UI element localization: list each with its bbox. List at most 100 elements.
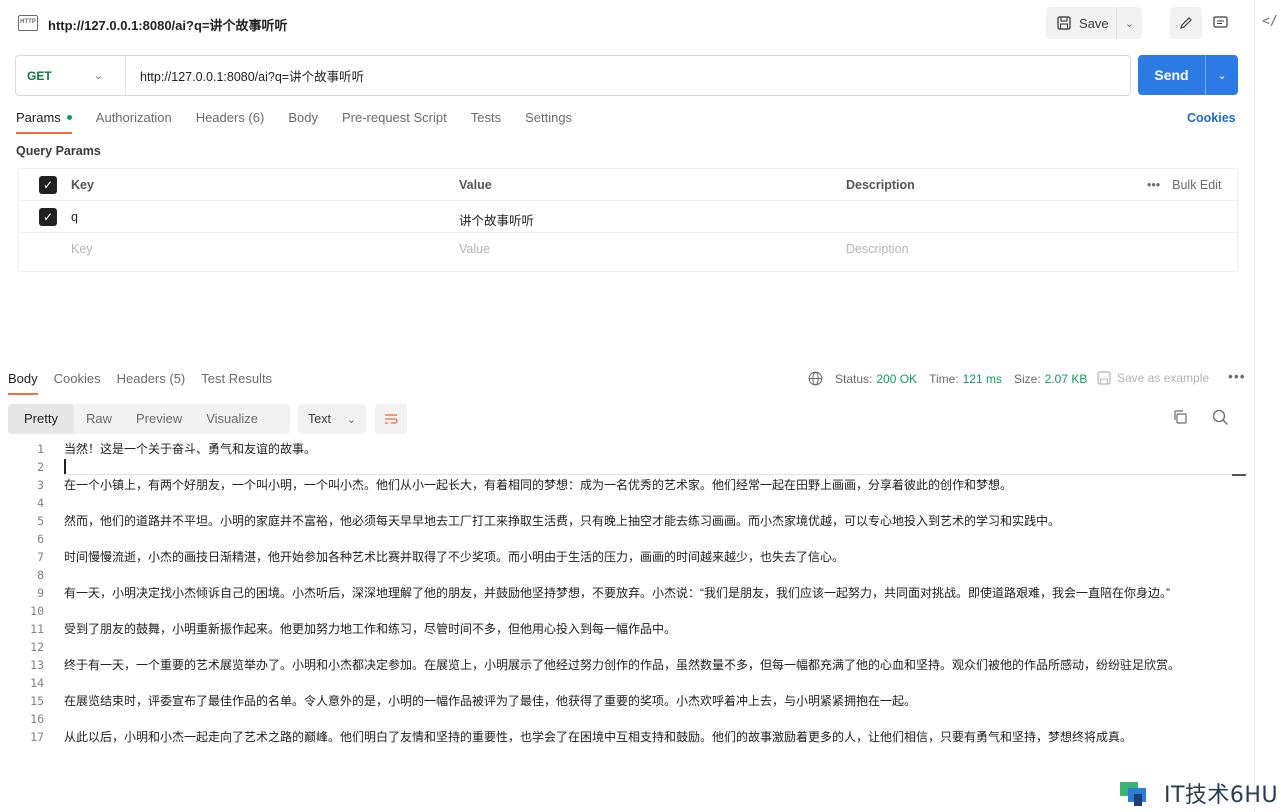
pencil-icon <box>1180 17 1192 29</box>
save-label: Save <box>1079 15 1109 31</box>
code-line: 5 然而，他们的道路并不平坦。小明的家庭并不富裕，他必须每天早早地去工厂打工来挣取… <box>0 512 1246 530</box>
globe-icon[interactable] <box>808 371 823 386</box>
wrap-lines-icon <box>385 414 398 424</box>
column-header-description: Description <box>846 178 915 192</box>
line-number: 1 <box>37 442 44 456</box>
new-description-field[interactable]: Description <box>846 242 909 256</box>
param-value-field[interactable]: 讲个故事听听 <box>459 210 534 229</box>
tab-headers[interactable]: Headers (6) <box>196 110 265 134</box>
tab-body[interactable]: Body <box>288 110 318 134</box>
save-icon <box>1097 371 1111 385</box>
comments-button[interactable] <box>1204 7 1236 39</box>
tab-tests[interactable]: Tests <box>471 110 501 134</box>
code-line: 10 <box>0 602 1246 620</box>
more-options-icon[interactable]: ••• <box>1147 178 1160 192</box>
line-number: 12 <box>30 640 44 654</box>
code-snippet-icon[interactable]: </ <box>1262 14 1278 29</box>
code-line: 4 <box>0 494 1246 512</box>
tab-test-results[interactable]: Test Results <box>201 371 272 386</box>
line-number: 15 <box>30 694 44 708</box>
line-text: 终于有一天，一个重要的艺术展览举办了。小明和小杰都决定参加。在展览上，小明展示了… <box>64 658 1181 672</box>
tab-params[interactable]: Params <box>16 110 72 134</box>
select-all-checkbox[interactable]: ✓ <box>39 176 57 194</box>
column-header-key: Key <box>71 178 94 192</box>
param-enabled-checkbox[interactable]: ✓ <box>39 208 57 226</box>
code-line: 15 在展览结束时，评委宣布了最佳作品的名单。令人意外的是，小明的一幅作品被评为了… <box>0 692 1246 710</box>
line-number: 16 <box>30 712 44 726</box>
table-header-row: ✓ Key Value Description ••• Bulk Edit <box>19 169 1239 201</box>
method-select[interactable]: GET ⌄ <box>16 56 126 95</box>
response-tabs: Body Cookies Headers (5) Test Results <box>8 371 288 395</box>
line-number: 4 <box>37 496 44 510</box>
size-label: Size: <box>1013 371 1041 386</box>
line-text: 然而，他们的道路并不平坦。小明的家庭并不富裕，他必须每天早早地去工厂打工来挣取生… <box>64 514 1061 528</box>
time-label: Time: <box>929 371 959 386</box>
line-text: 在展览结束时，评委宣布了最佳作品的名单。令人意外的是，小明的一幅作品被评为了最佳… <box>64 694 917 708</box>
view-raw[interactable]: Raw <box>74 404 124 434</box>
line-number: 3 <box>37 478 44 492</box>
line-number: 17 <box>30 730 44 744</box>
url-input[interactable]: http://127.0.0.1:8080/ai?q=讲个故事听听 <box>140 66 364 85</box>
text-cursor <box>64 459 66 475</box>
send-button[interactable]: Send <box>1138 67 1205 83</box>
line-number: 7 <box>37 550 44 564</box>
code-line: 6 <box>0 530 1246 548</box>
tab-pre-request-script[interactable]: Pre-request Script <box>342 110 447 134</box>
tab-response-body[interactable]: Body <box>8 371 38 395</box>
save-icon <box>1057 16 1071 30</box>
code-line: 13 终于有一天，一个重要的艺术展览举办了。小明和小杰都决定参加。在展览上，小明展… <box>0 656 1246 674</box>
edit-button[interactable] <box>1170 7 1202 39</box>
tab-response-cookies[interactable]: Cookies <box>54 371 101 386</box>
copy-button[interactable] <box>1172 409 1188 428</box>
watermark-text: IT技术6HU <box>1164 783 1279 808</box>
watermark-logo-icon <box>1120 782 1146 806</box>
bulk-edit-button[interactable]: Bulk Edit <box>1172 178 1221 192</box>
code-line: 12 <box>0 638 1246 656</box>
time-value[interactable]: 121 ms <box>963 372 1002 386</box>
param-key-field[interactable]: q <box>71 210 78 224</box>
http-request-icon: HTTP <box>18 15 38 31</box>
save-as-example-label: Save as example <box>1117 371 1210 385</box>
tab-label: Params <box>16 110 61 125</box>
code-line: 9 有一天，小明决定找小杰倾诉自己的困境。小杰听后，深深地理解了他的朋友，并鼓励他… <box>0 584 1246 602</box>
format-select[interactable]: Text ⌄ <box>298 404 366 434</box>
watermark: IT技术6HU <box>1118 777 1278 809</box>
tab-authorization[interactable]: Authorization <box>96 110 172 134</box>
new-value-field[interactable]: Value <box>459 242 490 256</box>
query-params-table: ✓ Key Value Description ••• Bulk Edit ✓ … <box>18 168 1239 272</box>
right-sidebar-divider <box>1254 0 1255 812</box>
line-number: 8 <box>37 568 44 582</box>
request-title[interactable]: http://127.0.0.1:8080/ai?q=讲个故事听听 <box>48 15 288 34</box>
tab-response-headers[interactable]: Headers (5) <box>117 371 186 386</box>
line-number: 10 <box>30 604 44 618</box>
save-as-example-button[interactable]: Save as example <box>1097 371 1209 385</box>
line-number: 11 <box>30 622 44 636</box>
search-button[interactable] <box>1212 409 1229 429</box>
line-text: 在一个小镇上，有两个好朋友，一个叫小明，一个叫小杰。他们从小一起长大，有着相同的… <box>64 478 1013 492</box>
size-value[interactable]: 2.07 KB <box>1045 372 1088 386</box>
response-body-editor[interactable]: 1 当然！这是一个关于奋斗、勇气和友谊的故事。 2 3 在一个小镇上，有两个好朋友，… <box>0 440 1246 746</box>
cookies-link[interactable]: Cookies <box>1187 111 1236 125</box>
code-line: 8 <box>0 566 1246 584</box>
save-dropdown-button[interactable]: ⌄ <box>1116 7 1142 39</box>
wrap-lines-button[interactable] <box>375 404 407 434</box>
status-value[interactable]: 200 OK <box>876 372 917 386</box>
line-text: 受到了朋友的鼓舞，小明重新振作起来。他更加努力地工作和练习，尽管时间不多，但他用… <box>64 622 677 636</box>
view-preview[interactable]: Preview <box>124 404 194 434</box>
save-button[interactable]: Save <box>1046 7 1116 39</box>
tab-settings[interactable]: Settings <box>525 110 572 134</box>
search-icon <box>1212 409 1228 425</box>
send-dropdown-button[interactable]: ⌄ <box>1205 55 1238 95</box>
code-line: 3 在一个小镇上，有两个好朋友，一个叫小明，一个叫小杰。他们从小一起长大，有着相同… <box>0 476 1246 494</box>
chevron-down-icon: ⌄ <box>1217 69 1227 82</box>
new-key-field[interactable]: Key <box>71 242 93 256</box>
chevron-down-icon: ⌄ <box>93 70 103 82</box>
more-options-icon[interactable]: ••• <box>1228 368 1246 384</box>
code-line: 11 受到了朋友的鼓舞，小明重新振作起来。他更加努力地工作和练习，尽管时间不多，但… <box>0 620 1246 638</box>
view-pretty[interactable]: Pretty <box>8 404 74 434</box>
code-line: 7 时间慢慢流逝，小杰的画技日渐精湛，他开始参加各种艺术比赛并取得了不少奖项。而小… <box>0 548 1246 566</box>
code-line: 2 <box>0 458 1246 476</box>
view-visualize[interactable]: Visualize <box>194 404 270 434</box>
url-bar: GET ⌄ http://127.0.0.1:8080/ai?q=讲个故事听听 <box>15 55 1131 96</box>
response-meta: Status: 200 OK Time: 121 ms Size: 2.07 K… <box>808 371 1087 386</box>
